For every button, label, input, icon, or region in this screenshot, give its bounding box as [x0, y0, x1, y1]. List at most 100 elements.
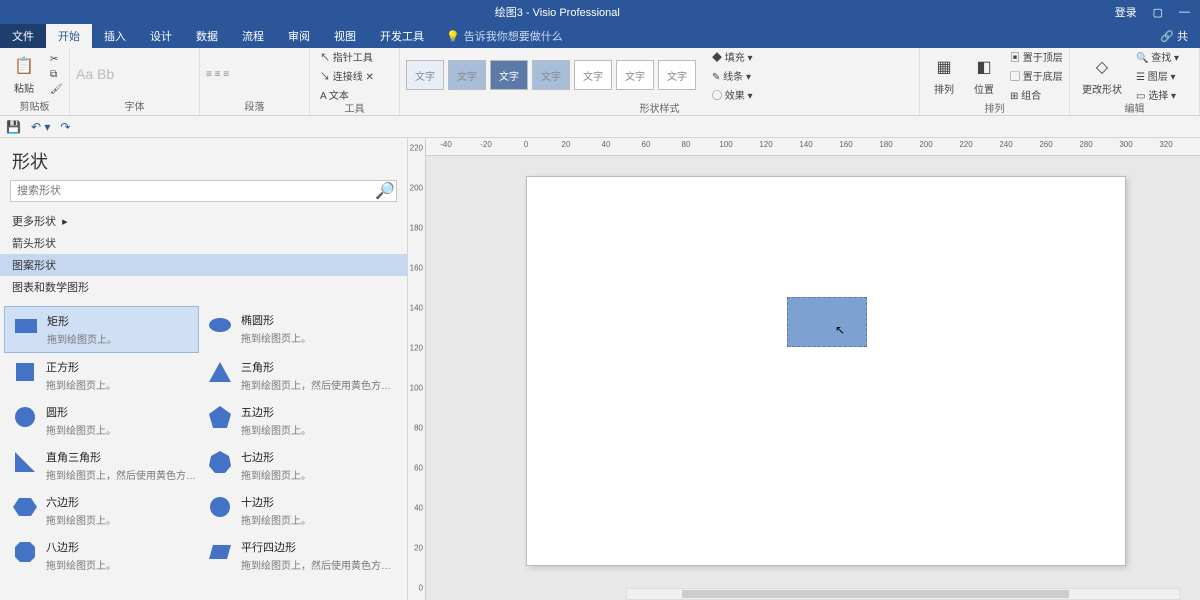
- tab-3[interactable]: 数据: [184, 24, 230, 48]
- position-icon: ◧: [972, 55, 996, 79]
- style-gallery[interactable]: 文字 文字 文字 文字 文字 文字 文字: [406, 60, 696, 90]
- group-clipboard: 剪贴板: [6, 98, 63, 113]
- horizontal-scrollbar[interactable]: [626, 588, 1180, 600]
- shape-item[interactable]: 矩形 拖到绘图页上。: [4, 306, 199, 353]
- drawing-page[interactable]: ↖: [526, 176, 1126, 566]
- titlebar: 绘图3 - Visio Professional 登录 ▢ —: [0, 0, 1200, 24]
- style-7[interactable]: 文字: [658, 60, 696, 90]
- save-icon[interactable]: 💾: [6, 120, 21, 134]
- canvas[interactable]: ↖: [426, 156, 1200, 600]
- lightbulb-icon: 💡: [446, 30, 460, 43]
- tab-file[interactable]: 文件: [0, 24, 46, 48]
- style-4[interactable]: 文字: [532, 60, 570, 90]
- redo-icon[interactable]: ↷: [60, 120, 70, 134]
- copy-icon[interactable]: ⧉: [46, 68, 67, 81]
- minimize-icon[interactable]: —: [1179, 6, 1190, 18]
- shapes-search[interactable]: 🔎: [10, 180, 397, 202]
- pointer-tool[interactable]: ↖ 指针工具: [316, 48, 378, 65]
- vertical-ruler: 220200180160140120100806040200: [408, 138, 426, 600]
- tab-5[interactable]: 审阅: [276, 24, 322, 48]
- share-button[interactable]: 🔗 共: [1148, 24, 1200, 48]
- change-shape-button[interactable]: ◇更改形状: [1076, 53, 1128, 98]
- shape-hint: 拖到绘图页上，然后使用黄色方形…: [241, 557, 391, 572]
- tab-7[interactable]: 开发工具: [368, 24, 436, 48]
- cut-icon[interactable]: ✂: [46, 53, 67, 66]
- horizontal-ruler: -40-200204060801001201401601802002202402…: [426, 138, 1200, 156]
- clipboard-icon: 📋: [12, 54, 36, 78]
- canvas-area: 220200180160140120100806040200 -40-20020…: [408, 138, 1200, 600]
- search-icon[interactable]: 🔎: [374, 181, 396, 201]
- stencil-item[interactable]: 箭头形状: [0, 232, 407, 254]
- format-painter-icon[interactable]: 🖌: [46, 83, 67, 96]
- shape-name: 圆形: [46, 404, 116, 420]
- shape-item[interactable]: 十边形 拖到绘图页上。: [199, 488, 394, 533]
- cursor-icon: ↖: [835, 323, 845, 337]
- shape-hint: 拖到绘图页上。: [46, 422, 116, 437]
- connector-tool[interactable]: ↘ 连接线 ✕: [316, 67, 378, 84]
- shape-name: 椭圆形: [241, 312, 311, 328]
- arrange-button[interactable]: ▦排列: [926, 53, 962, 98]
- layers-button[interactable]: ☰ 图层 ▾: [1132, 67, 1183, 84]
- shape-name: 六边形: [46, 494, 116, 510]
- shape-item[interactable]: 五边形 拖到绘图页上。: [199, 398, 394, 443]
- shape-name: 直角三角形: [46, 449, 196, 465]
- shape-item[interactable]: 椭圆形 拖到绘图页上。: [199, 306, 394, 353]
- login-link[interactable]: 登录: [1115, 4, 1137, 20]
- window-title: 绘图3 - Visio Professional: [0, 4, 1115, 20]
- tab-2[interactable]: 设计: [138, 24, 184, 48]
- line-dropdown[interactable]: ✎ 线条 ▾: [708, 67, 757, 84]
- send-back[interactable]: ▢ 置于底层: [1006, 67, 1067, 84]
- shape-item[interactable]: 三角形 拖到绘图页上，然后使用黄色方形…: [199, 353, 394, 398]
- search-input[interactable]: [11, 181, 374, 201]
- shape-item[interactable]: 八边形 拖到绘图页上。: [4, 533, 199, 578]
- shape-item[interactable]: 正方形 拖到绘图页上。: [4, 353, 199, 398]
- tab-4[interactable]: 流程: [230, 24, 276, 48]
- shape-glyph-icon: [207, 359, 233, 385]
- group-edit: 编辑: [1076, 100, 1193, 115]
- style-5[interactable]: 文字: [574, 60, 612, 90]
- shape-item[interactable]: 六边形 拖到绘图页上。: [4, 488, 199, 533]
- shape-item[interactable]: 七边形 拖到绘图页上。: [199, 443, 394, 488]
- shape-icon: ◇: [1090, 55, 1114, 79]
- group-font: 字体: [76, 98, 193, 113]
- shape-item[interactable]: 平行四边形 拖到绘图页上，然后使用黄色方形…: [199, 533, 394, 578]
- bring-front[interactable]: ▣ 置于顶层: [1006, 48, 1067, 65]
- shape-glyph-icon: [13, 313, 39, 339]
- style-3[interactable]: 文字: [490, 60, 528, 90]
- position-button[interactable]: ◧位置: [966, 53, 1002, 98]
- style-1[interactable]: 文字: [406, 60, 444, 90]
- tab-6[interactable]: 视图: [322, 24, 368, 48]
- group-paragraph: 段落: [206, 98, 303, 113]
- fill-dropdown[interactable]: ◆ 填充 ▾: [708, 48, 757, 65]
- shape-glyph-icon: [207, 539, 233, 565]
- style-2[interactable]: 文字: [448, 60, 486, 90]
- shape-item[interactable]: 圆形 拖到绘图页上。: [4, 398, 199, 443]
- find-button[interactable]: 🔍 查找 ▾: [1132, 48, 1183, 65]
- undo-icon[interactable]: ↶ ▾: [31, 120, 50, 134]
- tab-0[interactable]: 开始: [46, 24, 92, 48]
- shape-glyph-icon: [12, 359, 38, 385]
- shapes-pane: 形状 🔎 更多形状 ▸ 箭头形状图案形状图表和数学图形 矩形 拖到绘图页上。 椭…: [0, 138, 408, 600]
- stencil-item[interactable]: 图表和数学图形: [0, 276, 407, 298]
- shape-name: 十边形: [241, 494, 311, 510]
- shape-hint: 拖到绘图页上。: [46, 377, 116, 392]
- ribbon-options-icon[interactable]: ▢: [1153, 6, 1163, 19]
- stencil-item[interactable]: 图案形状: [0, 254, 407, 276]
- shape-name: 八边形: [46, 539, 116, 555]
- shape-hint: 拖到绘图页上，然后使用黄色方形…: [46, 467, 196, 482]
- rectangle-shape[interactable]: [787, 297, 867, 347]
- ribbon-tabs: 文件 开始插入设计数据流程审阅视图开发工具 💡 告诉我你想要做什么 🔗 共: [0, 24, 1200, 48]
- shape-name: 正方形: [46, 359, 116, 375]
- more-shapes[interactable]: 更多形状 ▸: [0, 210, 407, 232]
- shape-hint: 拖到绘图页上。: [46, 557, 116, 572]
- tell-me[interactable]: 💡 告诉我你想要做什么: [436, 24, 573, 48]
- shape-glyph-icon: [12, 404, 38, 430]
- shape-name: 七边形: [241, 449, 311, 465]
- shape-item[interactable]: 直角三角形 拖到绘图页上，然后使用黄色方形…: [4, 443, 199, 488]
- tab-1[interactable]: 插入: [92, 24, 138, 48]
- shape-glyph-icon: [207, 449, 233, 475]
- arrange-icon: ▦: [932, 55, 956, 79]
- style-6[interactable]: 文字: [616, 60, 654, 90]
- shape-hint: 拖到绘图页上。: [241, 422, 311, 437]
- paste-button[interactable]: 📋 粘贴: [6, 52, 42, 97]
